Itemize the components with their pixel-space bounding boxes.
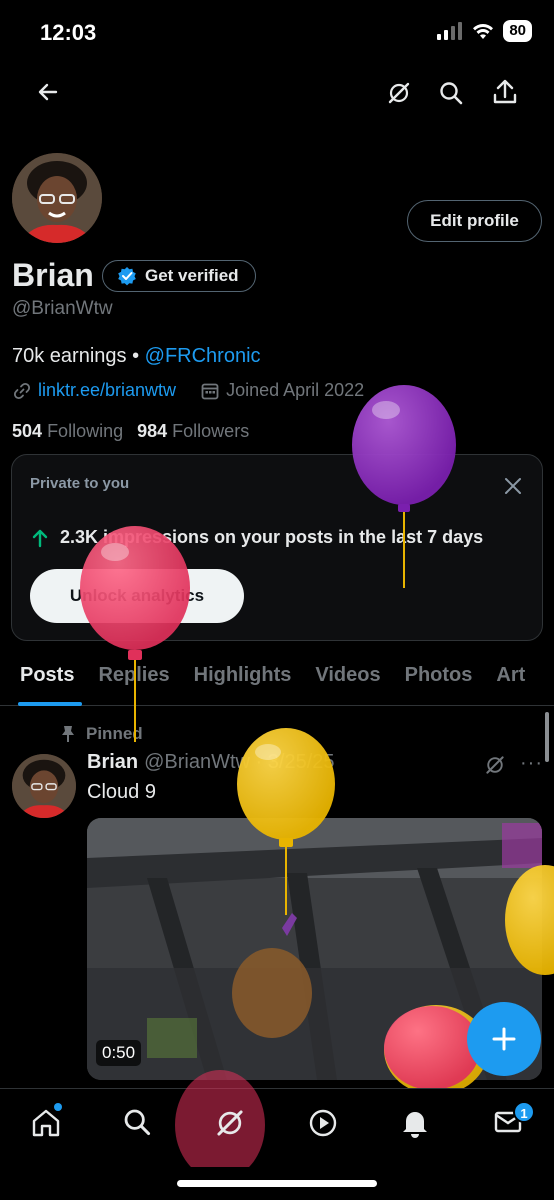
status-time: 12:03 bbox=[40, 20, 97, 45]
plus-icon bbox=[492, 1027, 516, 1051]
home-icon bbox=[32, 1109, 60, 1137]
post-meta: @BrianWtw · 3/25/25 bbox=[144, 751, 335, 773]
private-card-title: Private to you bbox=[30, 475, 130, 492]
wifi-icon bbox=[473, 23, 494, 39]
grok-icon bbox=[486, 756, 504, 774]
private-analytics-card: Private to you 2.3K impressions on your … bbox=[11, 454, 543, 641]
nav-notifications[interactable] bbox=[400, 1107, 430, 1144]
profile-meta: linktr.ee/brianwtw Joined April 2022 bbox=[12, 380, 364, 401]
avatar-image bbox=[12, 153, 102, 243]
followers-stat[interactable]: 984 Followers bbox=[137, 421, 249, 442]
video-duration: 0:50 bbox=[96, 1040, 142, 1066]
profile-link[interactable]: linktr.ee/brianwtw bbox=[38, 380, 176, 401]
compose-post-button[interactable] bbox=[467, 1002, 541, 1076]
profile-bio: 70k earnings • @FRChronic bbox=[12, 345, 261, 368]
close-icon bbox=[505, 478, 521, 494]
following-stat[interactable]: 504 Following bbox=[12, 421, 123, 442]
share-button[interactable] bbox=[492, 78, 518, 106]
search-icon bbox=[124, 1109, 151, 1136]
home-notification-dot bbox=[54, 1103, 62, 1111]
tab-articles[interactable]: Art bbox=[484, 648, 537, 706]
verified-badge-icon bbox=[118, 267, 136, 286]
tab-videos[interactable]: Videos bbox=[303, 648, 392, 706]
post-more-button[interactable]: ··· bbox=[520, 752, 543, 775]
nav-home[interactable] bbox=[30, 1107, 62, 1144]
play-icon bbox=[309, 1109, 337, 1137]
post-author-avatar[interactable] bbox=[12, 754, 76, 818]
edit-profile-button[interactable]: Edit profile bbox=[407, 200, 542, 242]
avatar-image bbox=[12, 754, 76, 818]
impressions-stat: 2.3K impressions on your posts in the la… bbox=[30, 527, 483, 548]
back-arrow-icon bbox=[38, 83, 58, 101]
profile-tabs: Posts Replies Highlights Videos Photos A… bbox=[0, 648, 554, 706]
tab-replies[interactable]: Replies bbox=[86, 648, 181, 706]
pin-icon bbox=[62, 726, 74, 742]
grok-icon bbox=[217, 1110, 243, 1136]
search-icon bbox=[440, 82, 463, 105]
post-header: Brian @BrianWtw · 3/25/25 bbox=[87, 751, 335, 774]
nav-search[interactable] bbox=[122, 1107, 152, 1142]
profile-avatar[interactable] bbox=[12, 153, 102, 243]
pinned-indicator: Pinned bbox=[60, 724, 143, 744]
joined-date: Joined April 2022 bbox=[226, 380, 365, 400]
close-card-button[interactable] bbox=[504, 477, 522, 500]
status-icons: 80 bbox=[437, 20, 532, 42]
tab-posts[interactable]: Posts bbox=[0, 648, 86, 706]
display-name: Brian bbox=[12, 257, 94, 293]
get-verified-button[interactable]: Get verified bbox=[102, 260, 256, 292]
back-button[interactable] bbox=[36, 80, 60, 104]
bio-mention-link[interactable]: @FRChronic bbox=[145, 345, 261, 367]
search-button[interactable] bbox=[438, 80, 464, 106]
bio-text: 70k earnings • bbox=[12, 345, 145, 367]
tab-photos[interactable]: Photos bbox=[393, 648, 485, 706]
profile-handle: @BrianWtw bbox=[12, 298, 113, 319]
calendar-icon bbox=[201, 383, 219, 399]
nav-video[interactable] bbox=[307, 1107, 339, 1144]
scrollbar[interactable] bbox=[545, 712, 549, 762]
share-icon bbox=[493, 79, 517, 104]
battery-indicator: 80 bbox=[503, 20, 532, 42]
bell-icon bbox=[403, 1112, 427, 1138]
tab-highlights[interactable]: Highlights bbox=[182, 648, 304, 706]
get-verified-label: Get verified bbox=[145, 266, 239, 285]
grok-icon bbox=[388, 82, 410, 104]
link-icon bbox=[13, 382, 31, 399]
post-grok-button[interactable] bbox=[484, 754, 506, 781]
unlock-analytics-button[interactable]: Unlock analytics bbox=[30, 569, 244, 623]
follow-stats: 504 Following 984 Followers bbox=[12, 421, 249, 442]
arrow-up-icon bbox=[32, 529, 48, 547]
grok-button[interactable] bbox=[386, 80, 412, 106]
messages-badge: 1 bbox=[513, 1101, 535, 1123]
post-author-name[interactable]: Brian bbox=[87, 751, 138, 774]
post-text: Cloud 9 bbox=[87, 781, 156, 803]
signal-icon bbox=[437, 22, 463, 40]
active-tab-indicator bbox=[18, 702, 82, 706]
nav-grok[interactable] bbox=[214, 1107, 246, 1144]
home-indicator bbox=[177, 1180, 377, 1187]
